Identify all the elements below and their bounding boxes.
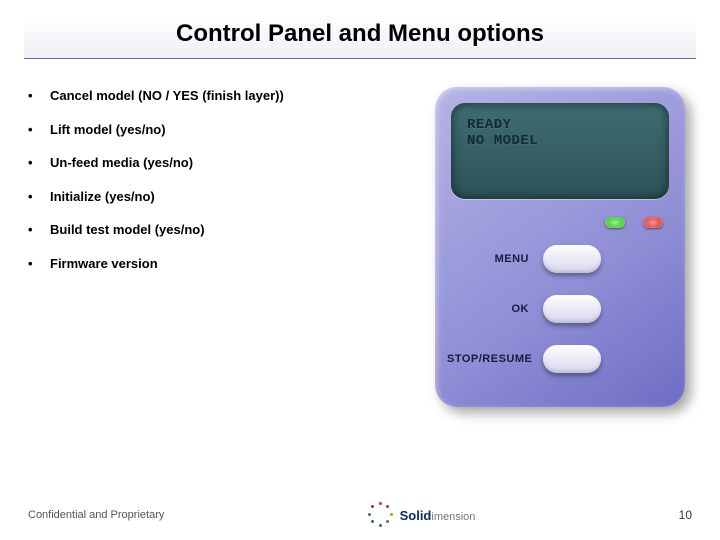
confidential-text: Confidential and Proprietary	[28, 509, 164, 521]
bullet-list: Cancel model (NO / YES (finish layer)) L…	[24, 87, 408, 540]
title-bar: Control Panel and Menu options	[24, 14, 696, 59]
logo: Solidimension	[368, 502, 476, 528]
button-row: STOP/RESUME	[435, 345, 685, 373]
logo-dots-icon	[368, 502, 394, 528]
slide-footer: Confidential and Proprietary Solidimensi…	[0, 502, 720, 528]
bullet-item: Cancel model (NO / YES (finish layer))	[24, 87, 408, 105]
bullet-item: Firmware version	[24, 255, 408, 273]
status-leds	[605, 217, 663, 228]
page-number: 10	[679, 508, 692, 522]
button-label-menu: MENU	[447, 253, 529, 265]
logo-rest: imension	[431, 511, 475, 523]
lcd-line-2: NO MODEL	[467, 133, 653, 149]
control-panel-device: READY NO MODEL MENU OK	[435, 87, 685, 407]
button-row: OK	[435, 295, 685, 323]
device-image-column: READY NO MODEL MENU OK	[424, 87, 696, 540]
led-green-icon	[605, 217, 625, 228]
bullet-item: Build test model (yes/no)	[24, 221, 408, 239]
button-label-stop-resume: STOP/RESUME	[447, 353, 529, 365]
stop-resume-button[interactable]	[543, 345, 601, 373]
bullet-item: Un-feed media (yes/no)	[24, 154, 408, 172]
slide-title: Control Panel and Menu options	[34, 20, 686, 48]
menu-button[interactable]	[543, 245, 601, 273]
physical-buttons: MENU OK STOP/RESUME	[435, 245, 685, 373]
logo-text: Solidimension	[400, 508, 476, 523]
button-label-ok: OK	[447, 303, 529, 315]
lcd-screen: READY NO MODEL	[451, 103, 669, 199]
bullet-item: Initialize (yes/no)	[24, 188, 408, 206]
led-red-icon	[643, 217, 663, 228]
slide-body: Cancel model (NO / YES (finish layer)) L…	[0, 59, 720, 540]
slide: Control Panel and Menu options Cancel mo…	[0, 0, 720, 540]
ok-button[interactable]	[543, 295, 601, 323]
bullet-item: Lift model (yes/no)	[24, 121, 408, 139]
lcd-line-1: READY	[467, 117, 653, 133]
button-row: MENU	[435, 245, 685, 273]
logo-bold: Solid	[400, 508, 432, 523]
